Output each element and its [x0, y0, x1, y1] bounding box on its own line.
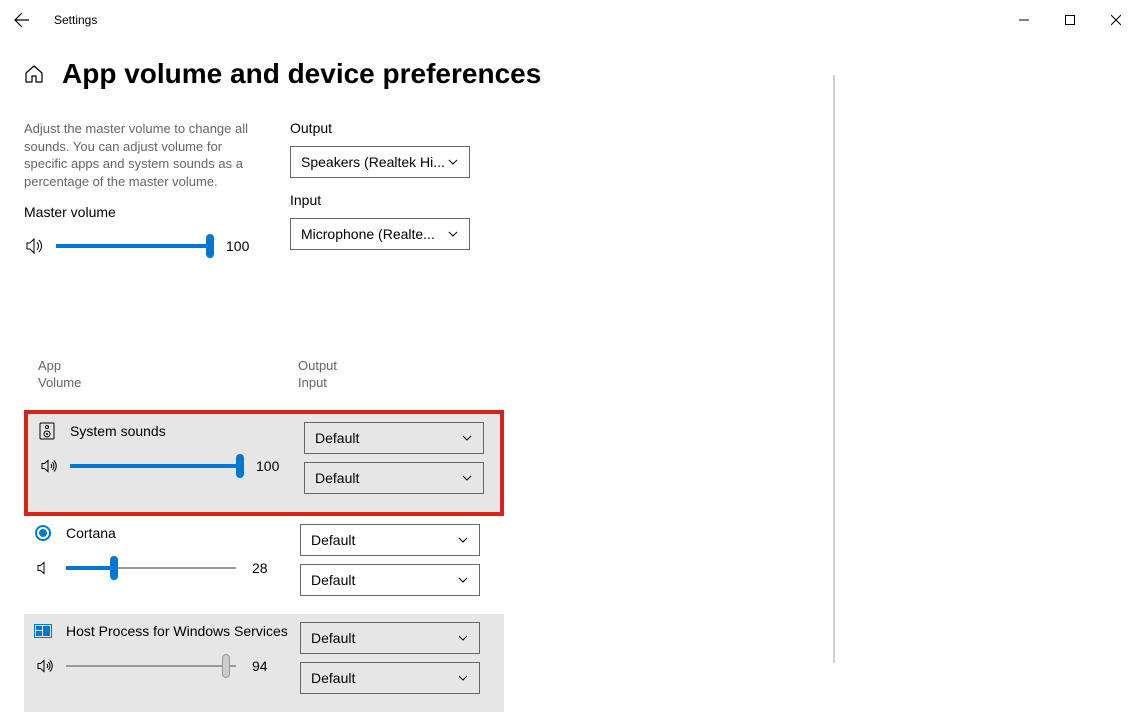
- app-row: System sounds 100 Default Default: [24, 410, 504, 516]
- app-icon: [38, 422, 56, 440]
- app-left: System sounds 100: [38, 422, 304, 478]
- master-volume-control: 100: [24, 234, 254, 258]
- scrollbar[interactable]: [833, 75, 835, 663]
- speaker-icon[interactable]: [38, 455, 60, 477]
- home-icon[interactable]: [24, 64, 44, 84]
- app-volume-control: 28: [34, 556, 300, 580]
- app-volume-slider[interactable]: [66, 654, 236, 678]
- master-volume-section: Adjust the master volume to change all s…: [24, 120, 254, 264]
- maximize-icon: [1065, 15, 1075, 25]
- app-volume-slider[interactable]: [70, 454, 240, 478]
- app-row: Cortana 28 Default Default: [24, 516, 504, 614]
- app-list: AppVolume OutputInput System sounds 100 De…: [24, 358, 504, 712]
- top-section: Adjust the master volume to change all s…: [24, 120, 1115, 264]
- window-controls: [1001, 4, 1139, 36]
- app-input-select[interactable]: Default: [304, 462, 484, 494]
- speaker-icon[interactable]: [24, 235, 46, 257]
- app-input-value: Default: [311, 572, 355, 588]
- chevron-down-icon: [457, 534, 469, 546]
- app-input-select[interactable]: Default: [300, 662, 480, 694]
- minimize-icon: [1019, 15, 1029, 25]
- app-output-value: Default: [311, 532, 355, 548]
- device-selects: Output Speakers (Realtek Hi... Input Mic…: [290, 120, 470, 264]
- titlebar: Settings: [0, 0, 1139, 40]
- close-icon: [1111, 15, 1121, 25]
- speaker-icon[interactable]: [34, 557, 56, 579]
- chevron-down-icon: [447, 228, 459, 240]
- output-select[interactable]: Speakers (Realtek Hi...: [290, 146, 470, 178]
- minimize-button[interactable]: [1001, 4, 1047, 36]
- app-left: Cortana 28: [34, 524, 300, 580]
- window-title: Settings: [54, 13, 97, 27]
- app-name-row: Host Process for Windows Services: [34, 622, 300, 640]
- input-select[interactable]: Microphone (Realte...: [290, 218, 470, 250]
- app-right: Default Default: [304, 422, 484, 502]
- app-right: Default Default: [300, 524, 480, 604]
- app-row: Host Process for Windows Services 94 Defau…: [24, 614, 504, 712]
- app-name-row: System sounds: [38, 422, 304, 440]
- app-input-value: Default: [315, 470, 359, 486]
- master-volume-label: Master volume: [24, 204, 254, 220]
- app-output-select[interactable]: Default: [300, 524, 480, 556]
- app-left: Host Process for Windows Services 94: [34, 622, 300, 678]
- app-output-value: Default: [315, 430, 359, 446]
- app-right: Default Default: [300, 622, 480, 702]
- app-output-select[interactable]: Default: [300, 622, 480, 654]
- close-button[interactable]: [1093, 4, 1139, 36]
- app-name: System sounds: [70, 423, 166, 439]
- app-name: Host Process for Windows Services: [66, 623, 288, 639]
- input-label: Input: [290, 192, 470, 208]
- output-label: Output: [290, 120, 470, 136]
- app-name-row: Cortana: [34, 524, 300, 542]
- content: App volume and device preferences Adjust…: [0, 40, 1139, 712]
- maximize-button[interactable]: [1047, 4, 1093, 36]
- app-header-app-volume: AppVolume: [38, 358, 298, 392]
- app-volume-slider[interactable]: [66, 556, 236, 580]
- app-volume-value: 94: [252, 658, 280, 674]
- chevron-down-icon: [457, 574, 469, 586]
- description-text: Adjust the master volume to change all s…: [24, 120, 254, 190]
- app-volume-value: 28: [252, 560, 280, 576]
- app-volume-control: 94: [34, 654, 300, 678]
- app-icon: [34, 524, 52, 542]
- page-title: App volume and device preferences: [62, 58, 541, 90]
- titlebar-left: Settings: [8, 6, 97, 34]
- chevron-down-icon: [447, 156, 459, 168]
- master-volume-value: 100: [226, 238, 254, 254]
- input-value: Microphone (Realte...: [301, 226, 435, 242]
- speaker-icon[interactable]: [34, 655, 56, 677]
- app-icon: [34, 622, 52, 640]
- chevron-down-icon: [457, 672, 469, 684]
- app-volume-control: 100: [38, 454, 304, 478]
- page-header: App volume and device preferences: [24, 58, 1115, 90]
- app-input-select[interactable]: Default: [300, 564, 480, 596]
- chevron-down-icon: [461, 472, 473, 484]
- app-header-output-input: OutputInput: [298, 358, 337, 392]
- back-arrow-icon: [14, 12, 30, 28]
- chevron-down-icon: [461, 432, 473, 444]
- back-button[interactable]: [8, 6, 36, 34]
- chevron-down-icon: [457, 632, 469, 644]
- app-list-header: AppVolume OutputInput: [24, 358, 504, 410]
- app-name: Cortana: [66, 525, 116, 541]
- app-output-select[interactable]: Default: [304, 422, 484, 454]
- output-value: Speakers (Realtek Hi...: [301, 154, 445, 170]
- app-input-value: Default: [311, 670, 355, 686]
- app-output-value: Default: [311, 630, 355, 646]
- app-volume-value: 100: [256, 458, 284, 474]
- master-volume-slider[interactable]: [56, 234, 210, 258]
